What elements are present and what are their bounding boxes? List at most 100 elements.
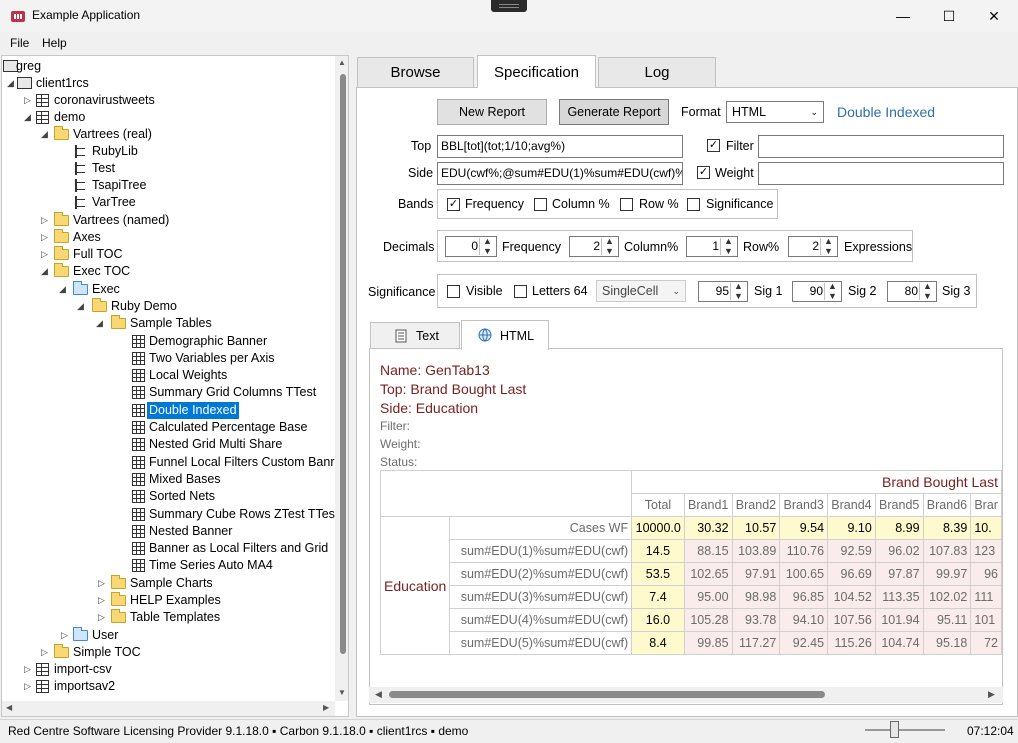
tree-horizontal-scrollbar[interactable] bbox=[2, 701, 335, 716]
folder-icon bbox=[54, 644, 69, 658]
minimize-button[interactable]: — bbox=[880, 0, 926, 32]
menu-help[interactable]: Help bbox=[42, 36, 67, 50]
generate-report-button[interactable]: Generate Report bbox=[559, 99, 669, 125]
sig-mode-select[interactable]: SingleCell ⌄ bbox=[596, 280, 686, 302]
expand-icon[interactable]: ▷ bbox=[40, 233, 49, 242]
sig-visible-checkbox[interactable] bbox=[447, 285, 460, 298]
spin-arrows-icon[interactable] bbox=[601, 236, 617, 256]
maximize-button[interactable]: ☐ bbox=[926, 0, 972, 32]
column-percent-checkbox[interactable] bbox=[534, 198, 547, 211]
tab-specification[interactable]: Specification bbox=[477, 55, 596, 88]
column-decimals-stepper[interactable]: 2 bbox=[569, 236, 619, 257]
table-row: sum#EDU(5)%sum#EDU(cwf) 8.4 99.85 117.27… bbox=[381, 631, 1002, 655]
close-button[interactable]: ✕ bbox=[971, 0, 1017, 32]
filter-checkbox[interactable]: ✓ bbox=[707, 139, 720, 152]
weight-label: Weight bbox=[715, 166, 754, 180]
sig3-stepper[interactable]: 80 bbox=[887, 281, 937, 302]
frequency-checkbox[interactable]: ✓ bbox=[447, 198, 460, 211]
tab-log[interactable]: Log bbox=[598, 57, 716, 87]
row-label: sum#EDU(5)%sum#EDU(cwf) bbox=[449, 631, 633, 655]
zoom-slider-track[interactable] bbox=[865, 729, 945, 731]
filter-input[interactable] bbox=[758, 135, 1004, 158]
report-name-link[interactable]: Double Indexed bbox=[837, 104, 935, 120]
significance-band-label: Significance bbox=[706, 197, 774, 211]
table-icon bbox=[132, 438, 145, 451]
vartree-icon bbox=[75, 196, 87, 209]
spin-arrows-icon[interactable] bbox=[720, 236, 736, 256]
spin-arrows-icon[interactable] bbox=[730, 281, 746, 301]
row-label: Cases WF bbox=[449, 516, 633, 540]
scroll-up-icon[interactable]: ▲ bbox=[338, 58, 346, 67]
tab-html[interactable]: HTML bbox=[461, 320, 549, 350]
expand-icon[interactable]: ▷ bbox=[23, 96, 32, 105]
zoom-slider-thumb[interactable] bbox=[890, 721, 899, 738]
scroll-right-icon[interactable]: ▶ bbox=[988, 689, 995, 700]
top-input[interactable]: BBL[tot](tot;1/10;avg%) bbox=[437, 135, 683, 158]
expand-icon[interactable]: ▷ bbox=[23, 682, 32, 691]
new-report-button[interactable]: New Report bbox=[437, 99, 547, 125]
sig1-stepper[interactable]: 95 bbox=[698, 281, 748, 302]
tab-text[interactable]: Text bbox=[370, 322, 460, 349]
tab-browse[interactable]: Browse bbox=[357, 57, 474, 87]
column-header: Brand1 bbox=[683, 493, 733, 517]
expand-icon[interactable]: ▷ bbox=[40, 648, 49, 657]
chevron-down-icon: ⌄ bbox=[672, 286, 680, 296]
row-percent-checkbox[interactable] bbox=[620, 198, 633, 211]
column-header: Total bbox=[631, 493, 685, 517]
table-cell: 30.32 bbox=[683, 516, 733, 540]
expressions-decimals-stepper[interactable]: 2 bbox=[788, 236, 838, 257]
frequency-decimals-stepper[interactable]: 0 bbox=[445, 236, 497, 257]
collapse-icon[interactable]: ◢ bbox=[76, 302, 85, 311]
expand-icon[interactable]: ▷ bbox=[23, 665, 32, 674]
spin-arrows-icon[interactable] bbox=[824, 281, 840, 301]
expand-icon[interactable]: ▷ bbox=[97, 613, 106, 622]
table-cell: 99.97 bbox=[922, 562, 972, 586]
html-report-view[interactable]: Name: GenTab13 Top: Brand Bought Last Si… bbox=[369, 348, 1003, 705]
snap-handle[interactable] bbox=[491, 0, 527, 12]
scroll-left-icon[interactable]: ◀ bbox=[6, 703, 12, 712]
expressions-decimals-label: Expressions bbox=[844, 240, 913, 254]
expand-icon[interactable]: ▷ bbox=[40, 250, 49, 259]
scroll-right-icon[interactable]: ▶ bbox=[323, 703, 329, 712]
collapse-icon[interactable]: ◢ bbox=[40, 130, 49, 139]
collapse-icon[interactable]: ◢ bbox=[58, 285, 67, 294]
tree-scroll-thumb[interactable] bbox=[340, 74, 346, 654]
spin-arrows-icon[interactable] bbox=[919, 281, 935, 301]
table-cell: 96.69 bbox=[827, 562, 876, 586]
row-label: sum#EDU(4)%sum#EDU(cwf) bbox=[449, 608, 633, 632]
bands-label: Bands bbox=[398, 197, 434, 211]
row-decimals-stepper[interactable]: 1 bbox=[686, 236, 738, 257]
column-header: Brand5 bbox=[874, 493, 924, 517]
weight-input[interactable] bbox=[758, 162, 1004, 185]
expand-icon[interactable]: ▷ bbox=[97, 596, 106, 605]
weight-checkbox[interactable]: ✓ bbox=[697, 166, 710, 179]
spin-arrows-icon[interactable] bbox=[479, 236, 495, 256]
report-scroll-thumb[interactable] bbox=[389, 691, 825, 698]
globe-icon bbox=[478, 328, 492, 345]
format-select[interactable]: HTML ⌄ bbox=[726, 101, 824, 123]
table-cell: 16.0 bbox=[631, 608, 685, 632]
scroll-left-icon[interactable]: ◀ bbox=[375, 689, 382, 700]
expand-icon[interactable]: ▷ bbox=[60, 631, 69, 640]
navigation-tree[interactable]: greg ◢ client1rcs ▷ coronavirustweets ◢ … bbox=[1, 55, 349, 717]
table-cell: 10000.0 bbox=[631, 516, 685, 540]
sig2-stepper[interactable]: 90 bbox=[792, 281, 842, 302]
collapse-icon[interactable]: ◢ bbox=[40, 267, 49, 276]
spin-arrows-icon[interactable] bbox=[820, 236, 836, 256]
row-decimals-label: Row% bbox=[743, 240, 780, 254]
expand-icon[interactable]: ▷ bbox=[97, 579, 106, 588]
side-input[interactable]: EDU(cwf%;@sum#EDU(1)%sum#EDU(cwf)%;@ bbox=[437, 162, 683, 185]
collapse-icon[interactable]: ◢ bbox=[95, 319, 104, 328]
sig2-label: Sig 2 bbox=[848, 284, 877, 298]
collapse-icon[interactable]: ◢ bbox=[23, 113, 32, 122]
letters64-checkbox[interactable] bbox=[514, 285, 527, 298]
table-row: sum#EDU(3)%sum#EDU(cwf) 7.4 95.00 98.98 … bbox=[381, 585, 1002, 609]
table-cell: 115.26 bbox=[827, 631, 876, 655]
scroll-down-icon[interactable]: ▼ bbox=[338, 688, 346, 697]
side-label: Side bbox=[408, 166, 434, 180]
table-cell: 102.65 bbox=[683, 562, 733, 586]
collapse-icon[interactable]: ◢ bbox=[6, 79, 15, 88]
menu-file[interactable]: File bbox=[10, 36, 29, 50]
significance-checkbox[interactable] bbox=[687, 198, 700, 211]
expand-icon[interactable]: ▷ bbox=[40, 216, 49, 225]
